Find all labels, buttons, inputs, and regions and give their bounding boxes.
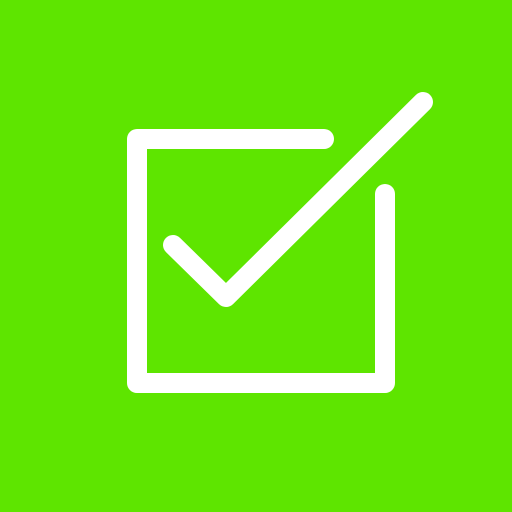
checkbox-checked-icon [0,0,512,512]
app-icon [0,0,512,512]
